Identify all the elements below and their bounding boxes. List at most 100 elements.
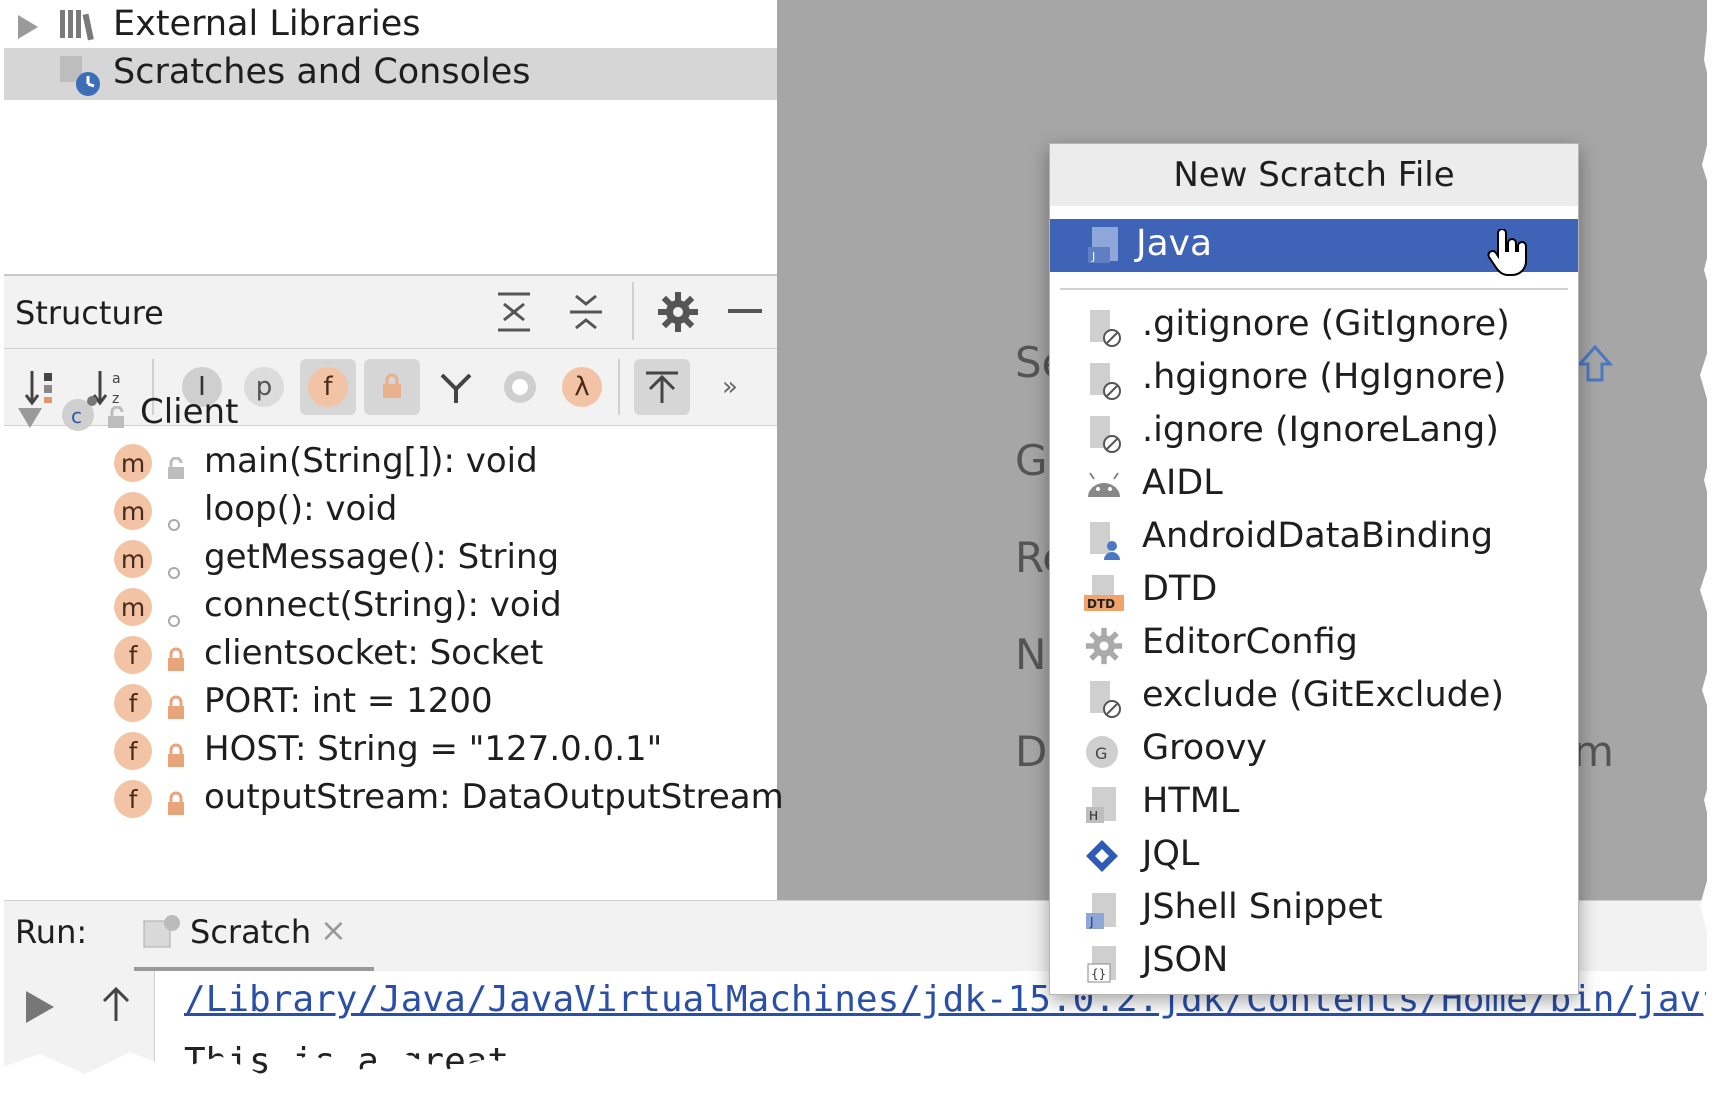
popup-item[interactable]: J JShell Snippet (1050, 883, 1578, 936)
popup-item-label: JSON (1142, 940, 1229, 980)
popup-item-label: .hgignore (HgIgnore) (1142, 357, 1507, 397)
svg-text:G: G (1095, 744, 1107, 763)
gear-icon[interactable] (656, 290, 700, 338)
svg-text:J: J (1091, 250, 1095, 263)
tree-item-member[interactable]: f clientsocket: Socket (4, 628, 777, 681)
close-icon[interactable]: × (320, 911, 347, 949)
panel-title: Structure (15, 294, 164, 332)
library-icon (58, 6, 98, 51)
tree-item-external-libraries[interactable]: External Libraries (4, 0, 777, 52)
torn-edge-decoration (0, 1052, 1725, 1097)
public-visibility-icon (104, 401, 130, 441)
field-icon: f (114, 684, 152, 722)
popup-item[interactable]: AIDL (1050, 459, 1578, 512)
popup-item-label: AIDL (1142, 463, 1223, 503)
structure-header: Structure (4, 276, 777, 349)
tree-item-label: PORT: int = 1200 (204, 681, 493, 721)
run-play-icon[interactable] (22, 987, 58, 1031)
scratches-icon (58, 54, 102, 107)
field-icon: f (114, 780, 152, 818)
editor-hint-text: G (1015, 436, 1048, 485)
new-scratch-file-popup: New Scratch File J Java .gitignore (GitI… (1049, 143, 1579, 995)
tree-item-member[interactable]: m getMessage(): String (4, 532, 777, 585)
popup-item-label: AndroidDataBinding (1142, 516, 1494, 556)
tree-item-member[interactable]: f outputStream: DataOutputStream (4, 772, 784, 825)
tree-item-label: Client (140, 392, 239, 432)
tree-item-scratches-and-consoles[interactable]: Scratches and Consoles (4, 48, 777, 100)
java-file-icon: J (1086, 225, 1126, 271)
tree-item-label: External Libraries (113, 4, 421, 44)
run-tab-scratch[interactable]: Scratch × (134, 901, 374, 972)
up-arrow-icon[interactable] (100, 985, 132, 1029)
popup-item-label: Java (1136, 223, 1213, 264)
popup-item-label: HTML (1142, 781, 1240, 821)
method-icon: m (114, 540, 152, 578)
minimize-icon[interactable] (728, 309, 762, 313)
popup-item[interactable]: .hgignore (HgIgnore) (1050, 353, 1578, 406)
svg-text:a: a (112, 371, 121, 387)
editor-hint-text: D (1015, 727, 1048, 776)
tree-item-member[interactable]: f HOST: String = "127.0.0.1" (4, 724, 777, 777)
method-icon: m (114, 492, 152, 530)
popup-item[interactable]: AndroidDataBinding (1050, 512, 1578, 565)
collapse-arrow-icon[interactable] (16, 399, 44, 439)
up-arrow-icon (1576, 344, 1614, 388)
run-label: Run: (15, 913, 88, 951)
popup-item[interactable]: G Groovy (1050, 724, 1578, 777)
ignore-file-icon (1084, 361, 1124, 401)
svg-text:H: H (1089, 809, 1098, 823)
popup-item[interactable]: JQL (1050, 830, 1578, 883)
method-icon: m (114, 444, 152, 482)
ignore-file-icon (1084, 679, 1124, 719)
tree-item-label: outputStream: DataOutputStream (204, 777, 784, 817)
popup-item[interactable]: {} JSON (1050, 936, 1578, 989)
ignore-file-icon (1084, 308, 1124, 348)
class-icon: c (60, 393, 100, 442)
popup-title: New Scratch File (1050, 144, 1578, 206)
popup-item-label: exclude (GitExclude) (1142, 675, 1505, 715)
tree-item-member[interactable]: m connect(String): void (4, 580, 777, 633)
hand-cursor-icon (1486, 228, 1530, 283)
tree-item-member[interactable]: m loop(): void (4, 484, 777, 537)
tree-item-member[interactable]: m main(String[]): void (4, 436, 777, 489)
popup-item[interactable]: .gitignore (GitIgnore) (1050, 300, 1578, 353)
svg-text:DTD: DTD (1087, 597, 1115, 611)
expand-all-icon[interactable] (494, 290, 534, 338)
svg-text:{}: {} (1091, 967, 1106, 981)
popup-item-label: JQL (1142, 834, 1200, 874)
field-icon: f (114, 732, 152, 770)
jshell-file-icon: J (1084, 891, 1124, 931)
project-tree: External Libraries Scratches and Console… (4, 0, 777, 272)
popup-item[interactable]: H HTML (1050, 777, 1578, 830)
jql-diamond-icon (1084, 838, 1124, 878)
popup-item[interactable]: DTD DTD (1050, 565, 1578, 618)
toolbar-divider (632, 282, 634, 340)
tree-item-member[interactable]: f PORT: int = 1200 (4, 676, 777, 729)
android-databinding-icon (1084, 520, 1124, 560)
popup-item-label: DTD (1142, 569, 1218, 609)
ignore-file-icon (1084, 414, 1124, 454)
field-icon: f (114, 636, 152, 674)
expand-arrow-icon[interactable] (16, 10, 40, 50)
tree-item-label: clientsocket: Socket (204, 633, 544, 673)
svg-text:c: c (71, 404, 82, 428)
tree-item-label: connect(String): void (204, 585, 562, 625)
scratch-file-icon (142, 913, 182, 955)
popup-item[interactable]: exclude (GitExclude) (1050, 671, 1578, 724)
gear-icon (1084, 626, 1124, 666)
popup-item-label: JShell Snippet (1142, 887, 1383, 927)
method-icon: m (114, 588, 152, 626)
popup-item[interactable]: .ignore (IgnoreLang) (1050, 406, 1578, 459)
json-file-icon: {} (1084, 944, 1124, 984)
popup-item-label: EditorConfig (1142, 622, 1358, 662)
tree-item-label: Scratches and Consoles (113, 52, 531, 92)
collapse-all-icon[interactable] (566, 290, 606, 338)
svg-text:J: J (1089, 915, 1094, 929)
tree-item-client[interactable]: c Client (4, 387, 777, 440)
popup-separator (1060, 288, 1568, 290)
run-tab-label: Scratch (190, 913, 312, 951)
editor-hint-text: m (1573, 727, 1614, 776)
editor-hint-text: N (1015, 630, 1047, 679)
popup-item[interactable]: EditorConfig (1050, 618, 1578, 671)
popup-item-java[interactable]: J Java (1050, 219, 1578, 276)
